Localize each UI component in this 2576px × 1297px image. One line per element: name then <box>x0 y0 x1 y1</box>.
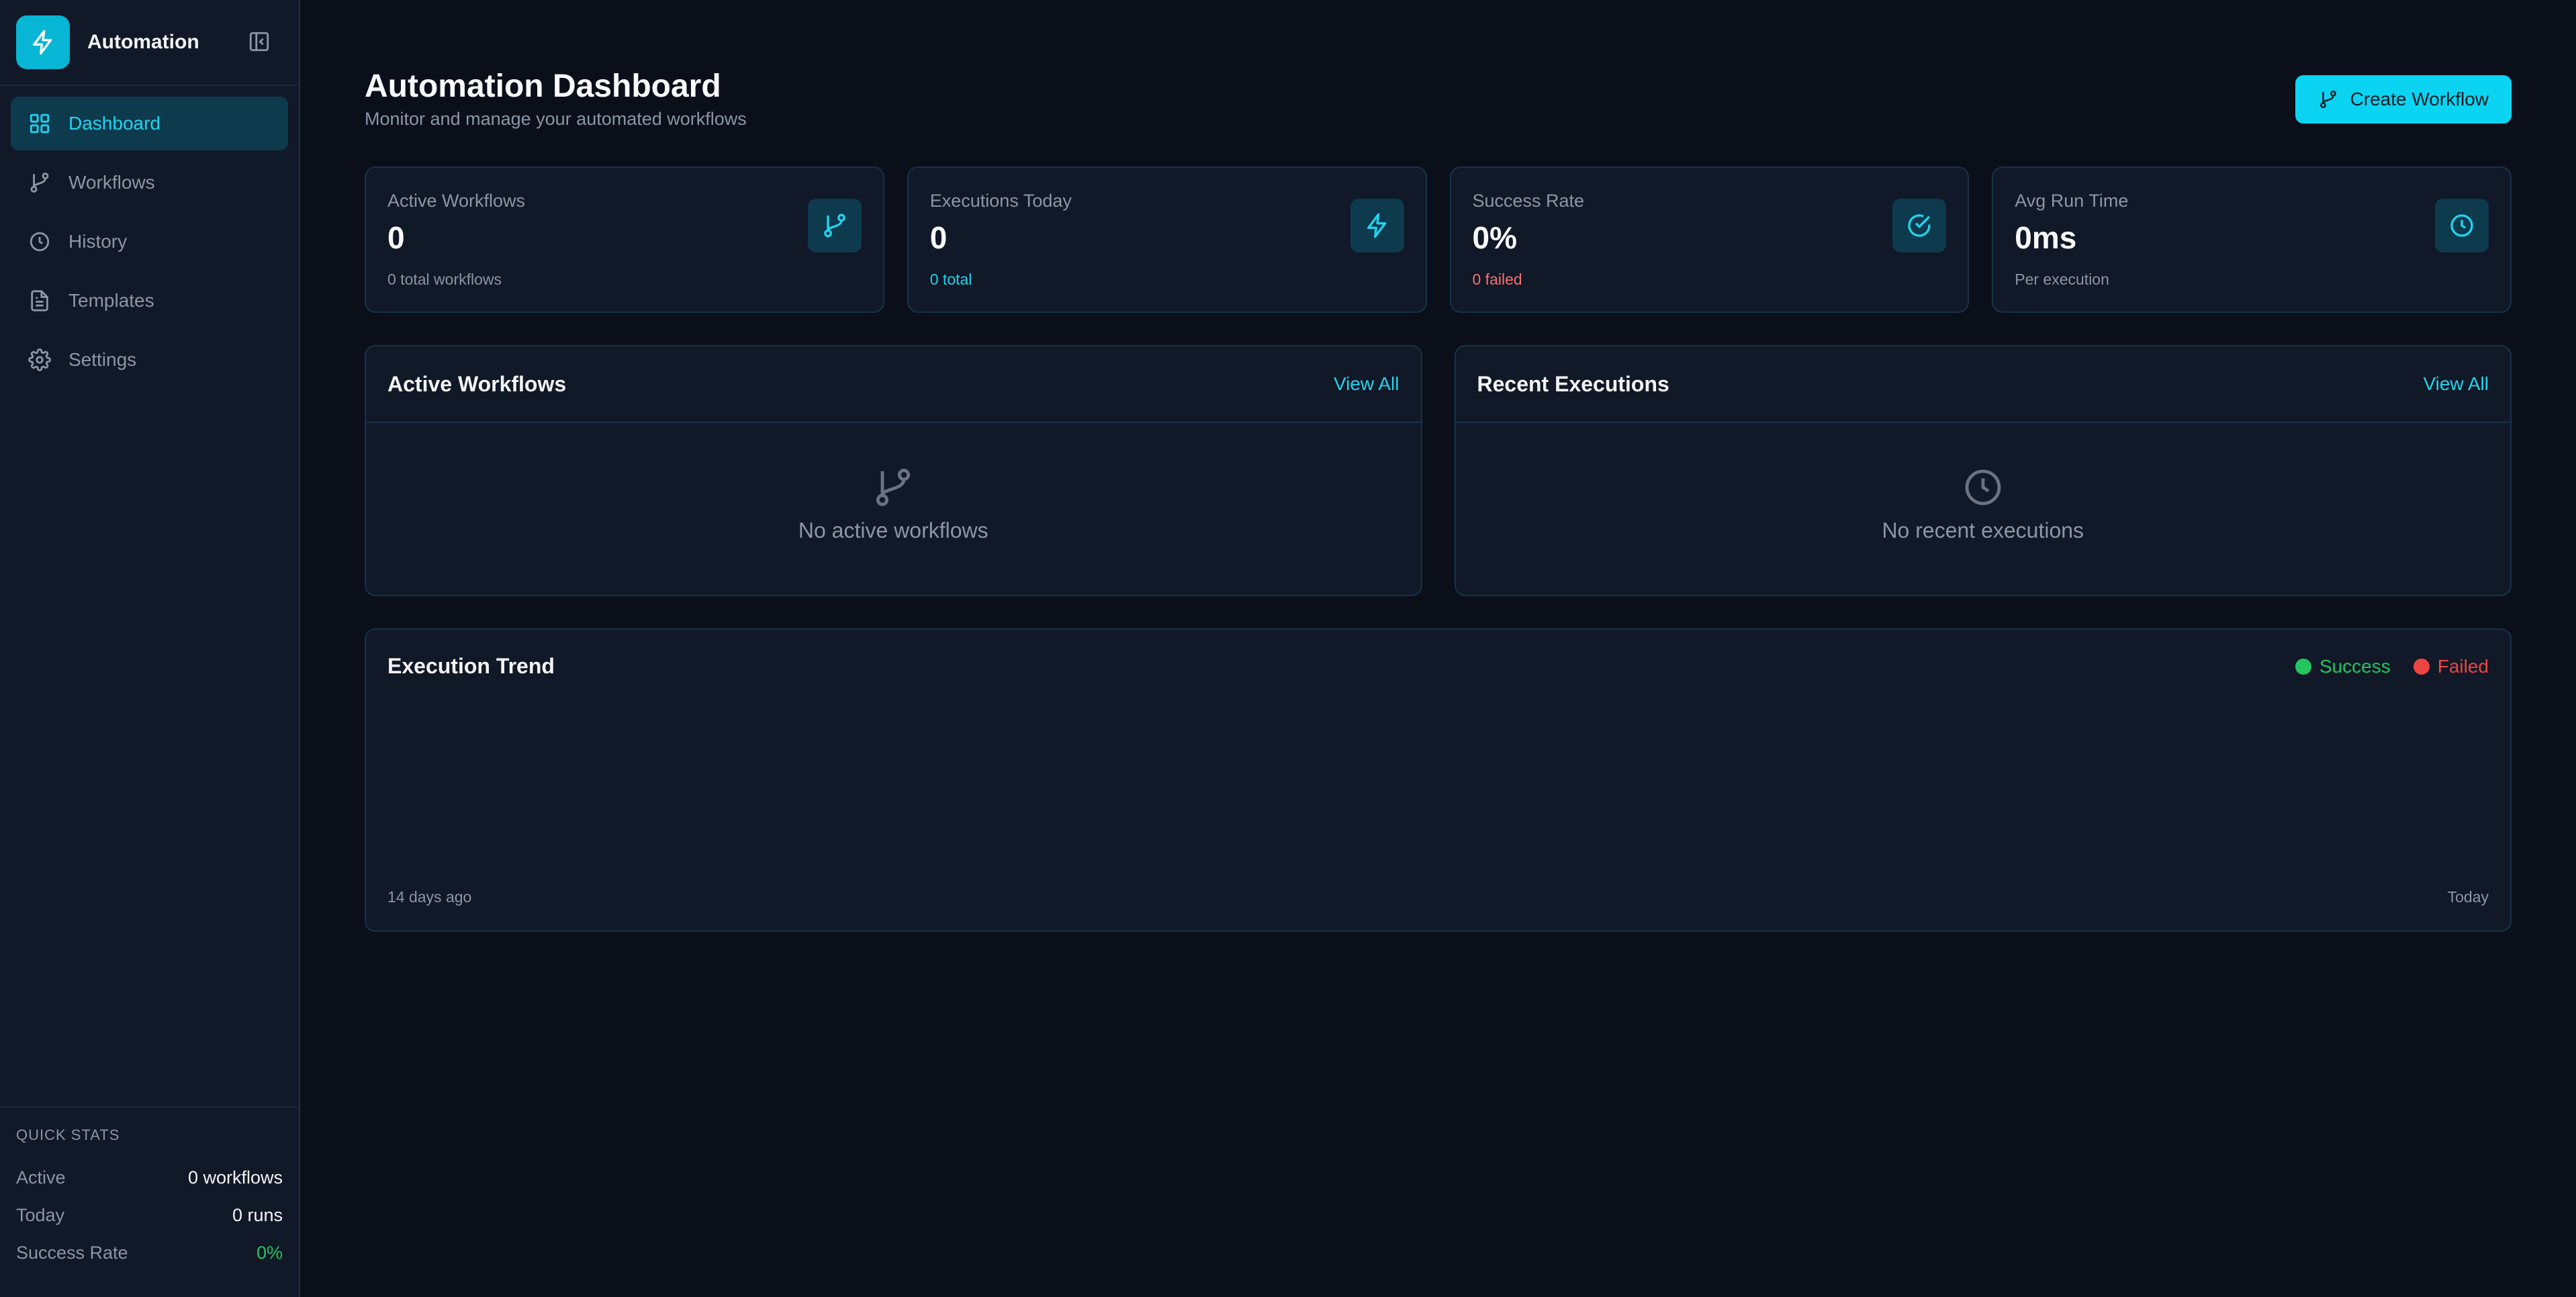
recent-executions-panel: Recent Executions View All No recent exe… <box>1454 345 2512 596</box>
quick-stat-value: 0% <box>256 1242 283 1263</box>
sidebar-item-label: Workflows <box>68 172 155 193</box>
main-content: Automation Dashboard Monitor and manage … <box>300 0 2576 1297</box>
panels: Active Workflows View All No active work… <box>365 345 2512 596</box>
stat-label: Avg Run Time <box>2015 191 2129 211</box>
sidebar-item-settings[interactable]: Settings <box>11 333 288 387</box>
stat-label: Success Rate <box>1472 191 1585 211</box>
stat-value: 0ms <box>2015 220 2077 255</box>
stat-sub: 0 failed <box>1472 271 1522 288</box>
clock-icon <box>1965 469 2001 506</box>
stat-card-active-workflows: Active Workflows 0 0 total workflows <box>365 166 884 313</box>
brand: Automation <box>0 0 299 86</box>
git-branch-icon <box>2319 90 2336 109</box>
panel-header: Recent Executions View All <box>1455 346 2510 423</box>
empty-state: No active workflows <box>366 423 1421 543</box>
empty-state-text: No active workflows <box>798 518 988 542</box>
sidebar: Automation Dashboard Workflows History T… <box>0 0 300 1297</box>
quick-stat-label: Active <box>16 1167 66 1188</box>
view-all-executions-link[interactable]: View All <box>2423 373 2489 395</box>
git-branch-icon <box>876 469 911 506</box>
quick-stat-value: 0 runs <box>232 1204 283 1225</box>
clock-icon <box>30 232 50 252</box>
stat-value: 0% <box>1472 220 1517 255</box>
empty-state-text: No recent executions <box>1882 518 2084 542</box>
stat-value: 0 <box>929 220 948 255</box>
axis-start-label: 14 days ago <box>387 888 472 906</box>
stat-sub: 0 total <box>929 271 972 288</box>
quick-stat-value: 0 workflows <box>187 1167 283 1188</box>
quick-stats: QUICK STATS Active 0 workflows Today 0 r… <box>0 1106 299 1297</box>
check-circle-icon <box>1892 199 1947 252</box>
quick-stats-title: QUICK STATS <box>16 1126 120 1143</box>
create-workflow-button[interactable]: Create Workflow <box>2295 75 2512 124</box>
quick-stat-active: Active 0 workflows <box>16 1159 283 1196</box>
stat-card-avg-run-time: Avg Run Time 0ms Per execution <box>1992 166 2512 313</box>
trend-legend: Success Failed <box>2295 656 2489 677</box>
clock-icon <box>2435 199 2489 252</box>
git-branch-icon <box>807 199 862 252</box>
stat-sub: 0 total workflows <box>387 271 502 288</box>
lightning-icon <box>1350 199 1404 252</box>
quick-stat-label: Today <box>16 1204 65 1225</box>
legend-label: Success <box>2319 655 2391 677</box>
legend-label: Failed <box>2437 655 2489 677</box>
collapse-sidebar-icon[interactable] <box>247 30 271 54</box>
app-name: Automation <box>87 31 199 53</box>
active-workflows-panel: Active Workflows View All No active work… <box>365 345 1422 596</box>
legend-dot-failed <box>2413 658 2430 675</box>
page-title: Automation Dashboard <box>365 68 721 104</box>
stat-value: 0 <box>387 220 405 255</box>
sidebar-item-label: Templates <box>68 290 154 311</box>
legend-dot-success <box>2295 658 2311 675</box>
create-workflow-label: Create Workflow <box>2350 89 2489 109</box>
quick-stat-success-rate: Success Rate 0% <box>16 1234 283 1271</box>
stat-label: Executions Today <box>929 191 1072 211</box>
grid-icon <box>30 113 50 134</box>
stat-sub: Per execution <box>2015 271 2109 288</box>
panel-header: Active Workflows View All <box>366 346 1421 423</box>
sidebar-item-label: Settings <box>68 349 137 370</box>
lightning-icon[interactable] <box>16 15 70 69</box>
sidebar-item-dashboard[interactable]: Dashboard <box>11 97 288 150</box>
view-all-workflows-link[interactable]: View All <box>1334 373 1399 395</box>
axis-end-label: Today <box>2447 888 2489 906</box>
panel-title: Active Workflows <box>387 371 567 396</box>
app-root: Automation Dashboard Workflows History T… <box>0 0 2576 1297</box>
sidebar-item-label: History <box>68 231 128 252</box>
panel-title: Recent Executions <box>1477 371 1669 396</box>
file-text-icon <box>31 290 48 311</box>
trend-title: Execution Trend <box>387 654 555 678</box>
stat-card-executions-today: Executions Today 0 0 total <box>907 166 1427 313</box>
execution-trend-panel: Execution Trend Success Failed 14 days a… <box>365 628 2512 932</box>
legend-item-success: Success <box>2295 656 2391 677</box>
page-header: Automation Dashboard Monitor and manage … <box>365 67 2512 166</box>
sidebar-item-history[interactable]: History <box>11 215 288 269</box>
quick-stat-today: Today 0 runs <box>16 1196 283 1234</box>
page-subtitle: Monitor and manage your automated workfl… <box>365 109 747 129</box>
gear-icon <box>28 348 51 371</box>
stat-card-success-rate: Success Rate 0% 0 failed <box>1449 166 1970 313</box>
stat-cards: Active Workflows 0 0 total workflows Exe… <box>365 166 2512 313</box>
legend-item-failed: Failed <box>2413 656 2489 677</box>
git-branch-icon <box>30 173 49 193</box>
sidebar-nav: Dashboard Workflows History Templates Se… <box>0 86 299 403</box>
sidebar-item-label: Dashboard <box>68 113 160 134</box>
sidebar-item-workflows[interactable]: Workflows <box>11 156 288 209</box>
trend-header: Execution Trend Success Failed <box>387 654 2489 679</box>
empty-state: No recent executions <box>1456 423 2511 543</box>
trend-axis: 14 days ago Today <box>387 888 2489 906</box>
sidebar-item-templates[interactable]: Templates <box>11 274 288 328</box>
stat-label: Active Workflows <box>387 191 526 211</box>
quick-stat-label: Success Rate <box>16 1242 128 1263</box>
